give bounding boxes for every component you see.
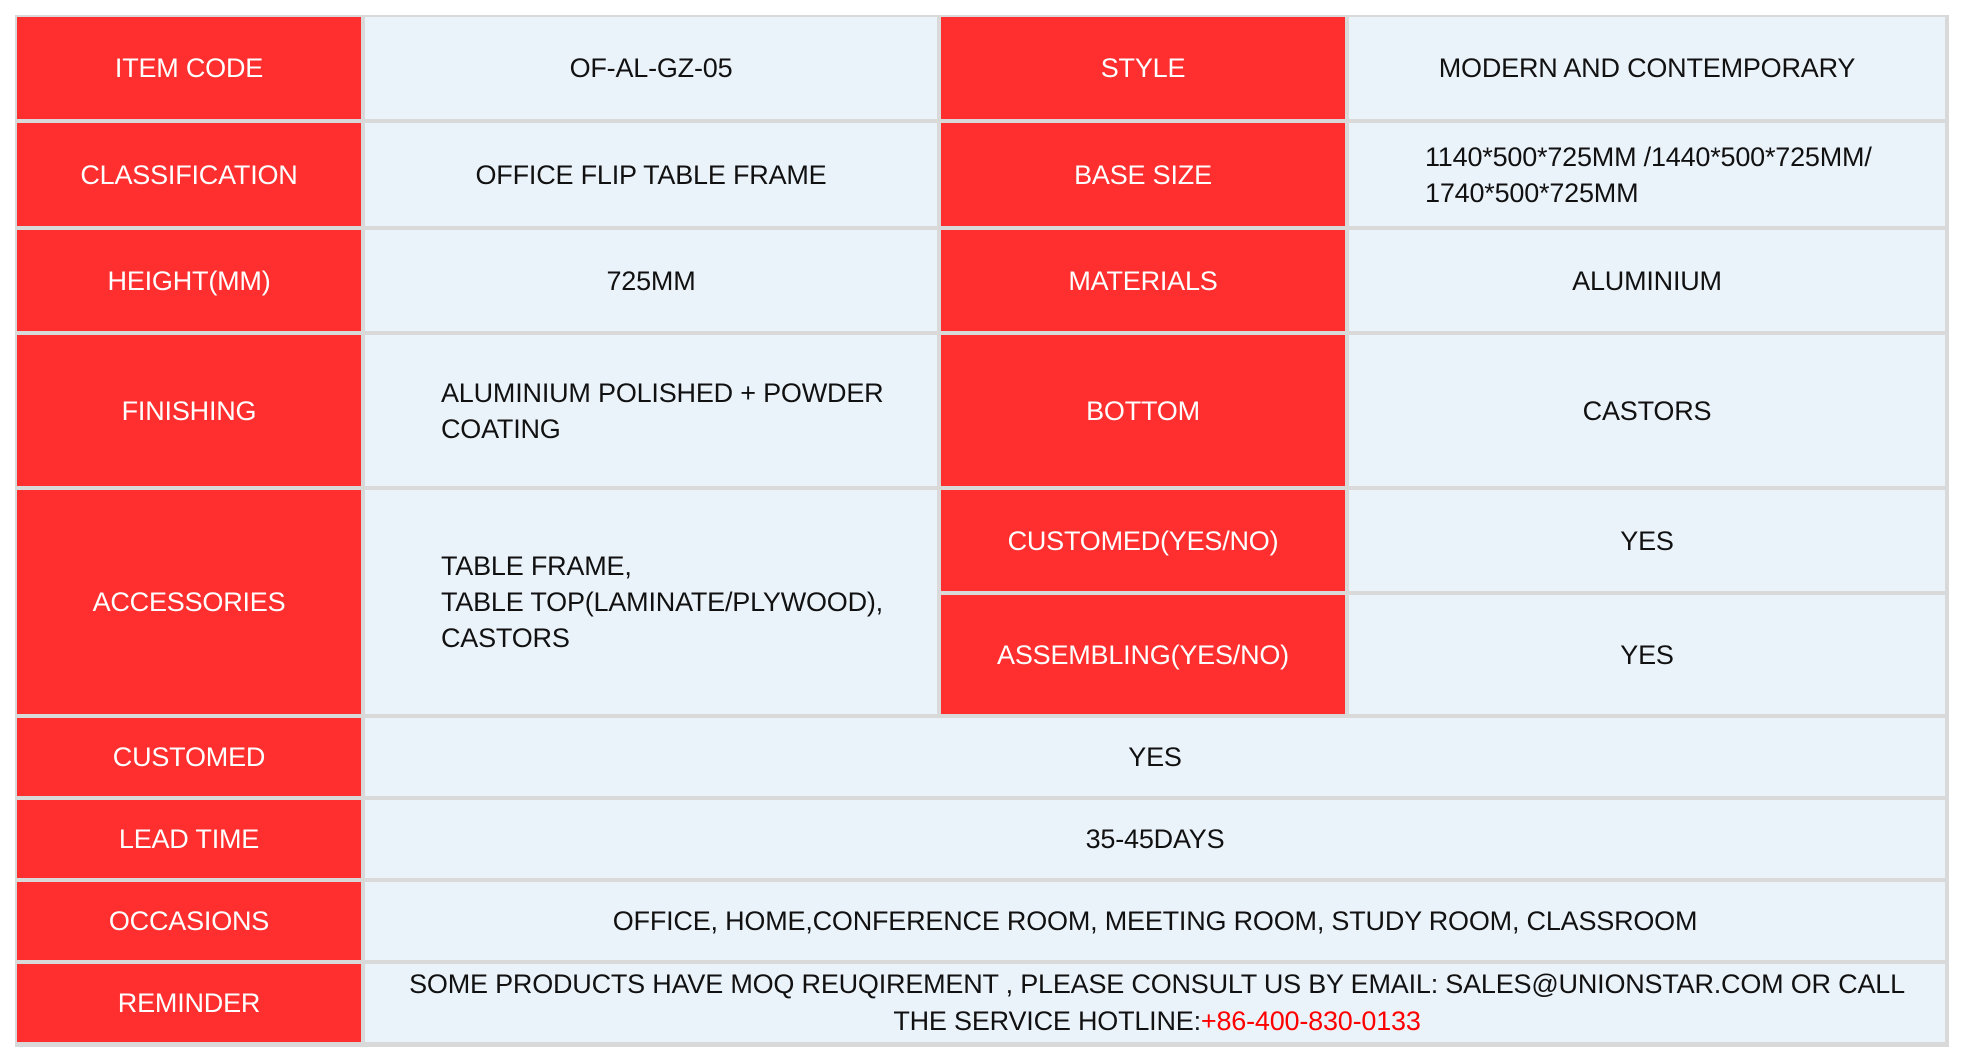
customed-yes-no-value: YES xyxy=(1349,490,1945,591)
lead-time-value: 35-45DAYS xyxy=(365,800,1945,878)
base-size-line: 1140*500*725MM /1440*500*725MM/ xyxy=(1425,141,1872,172)
classification-label: CLASSIFICATION xyxy=(17,123,361,226)
accessories-line: CASTORS xyxy=(441,623,570,653)
reminder-text: SOME PRODUCTS HAVE MOQ REUQIREMENT , PLE… xyxy=(409,969,1905,1036)
customed-value: YES xyxy=(365,718,1945,796)
base-size-value: 1140*500*725MM /1440*500*725MM/ 1740*500… xyxy=(1349,123,1945,226)
occasions-value: OFFICE, HOME,CONFERENCE ROOM, MEETING RO… xyxy=(365,882,1945,960)
classification-value: OFFICE FLIP TABLE FRAME xyxy=(365,123,937,226)
product-spec-table: ITEM CODE OF-AL-GZ-05 STYLE MODERN AND C… xyxy=(15,15,1949,1047)
item-code-label: ITEM CODE xyxy=(17,17,361,119)
finishing-line: ALUMINIUM POLISHED + POWDER xyxy=(441,377,884,408)
service-hotline-number[interactable]: +86-400-830-0133 xyxy=(1201,1006,1421,1036)
finishing-label: FINISHING xyxy=(17,335,361,486)
materials-label: MATERIALS xyxy=(941,230,1345,331)
accessories-label: ACCESSORIES xyxy=(17,490,361,714)
style-value: MODERN AND CONTEMPORARY xyxy=(1349,17,1945,119)
occasions-label: OCCASIONS xyxy=(17,882,361,960)
finishing-line: COATING xyxy=(441,413,561,444)
height-label: HEIGHT(MM) xyxy=(17,230,361,331)
customed-label: CUSTOMED xyxy=(17,718,361,796)
assembling-yes-no-value: YES xyxy=(1349,595,1945,714)
bottom-value: CASTORS xyxy=(1349,335,1945,486)
accessories-line: TABLE TOP(LAMINATE/PLYWOOD), xyxy=(441,587,883,617)
accessories-line: TABLE FRAME, xyxy=(441,551,632,581)
style-label: STYLE xyxy=(941,17,1345,119)
base-size-label: BASE SIZE xyxy=(941,123,1345,226)
reminder-value: SOME PRODUCTS HAVE MOQ REUQIREMENT , PLE… xyxy=(365,964,1945,1042)
lead-time-label: LEAD TIME xyxy=(17,800,361,878)
bottom-label: BOTTOM xyxy=(941,335,1345,486)
item-code-value: OF-AL-GZ-05 xyxy=(365,17,937,119)
materials-value: ALUMINIUM xyxy=(1349,230,1945,331)
customed-yes-no-label: CUSTOMED(YES/NO) xyxy=(941,490,1345,591)
accessories-value: TABLE FRAME, TABLE TOP(LAMINATE/PLYWOOD)… xyxy=(365,490,937,714)
height-value: 725MM xyxy=(365,230,937,331)
assembling-yes-no-label: ASSEMBLING(YES/NO) xyxy=(941,595,1345,714)
finishing-value: ALUMINIUM POLISHED + POWDER COATING xyxy=(365,335,937,486)
reminder-label: REMINDER xyxy=(17,964,361,1042)
base-size-line: 1740*500*725MM xyxy=(1425,177,1639,208)
